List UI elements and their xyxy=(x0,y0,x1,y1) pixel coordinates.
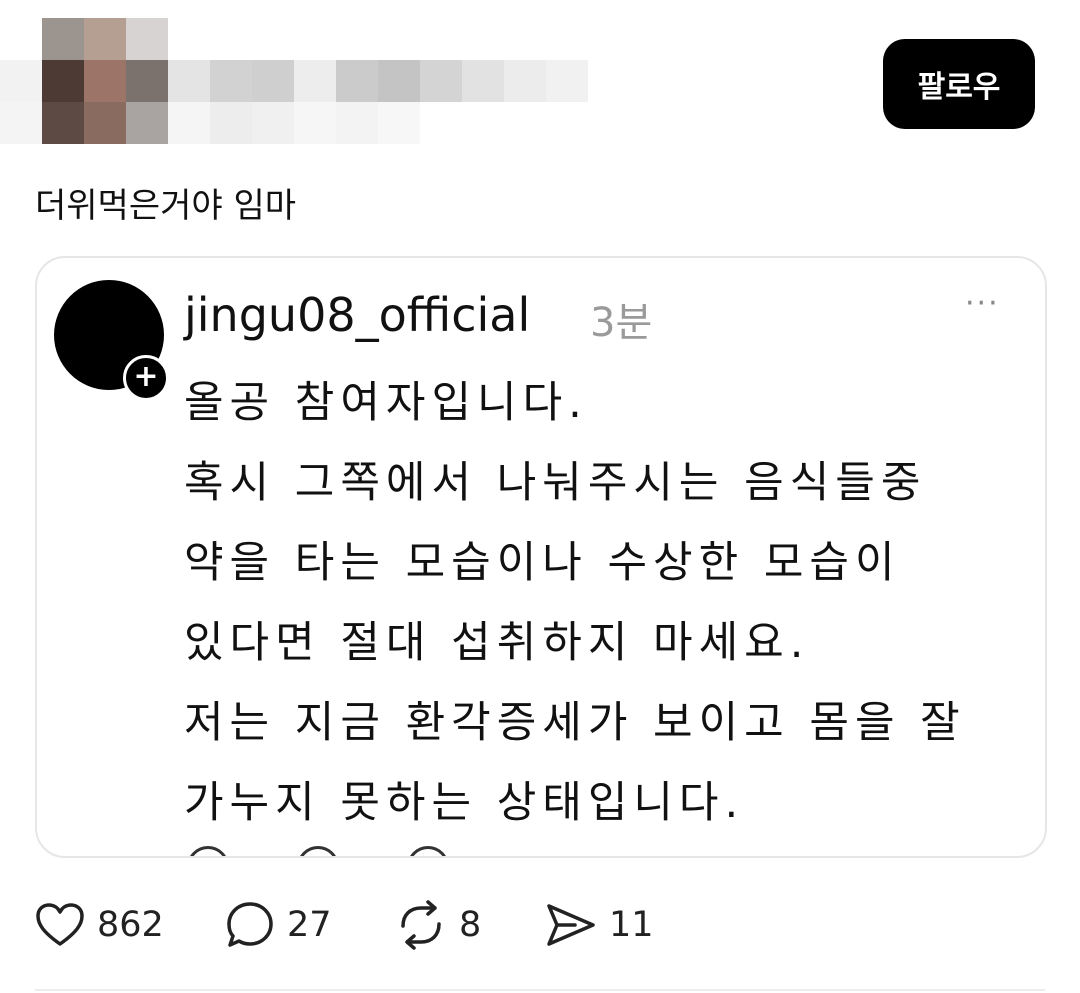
heart-icon xyxy=(36,903,84,946)
follow-button[interactable]: 팔로우 xyxy=(883,39,1035,129)
quoted-text-line: 올공 참여자입니다. xyxy=(184,378,588,428)
reply-count: 27 xyxy=(287,905,332,945)
repost-button[interactable]: 8 xyxy=(395,893,481,957)
share-count: 11 xyxy=(609,905,654,945)
quoted-post-body: 올공 참여자입니다. 혹시 그쪽에서 나눠주시는 음식들중 약을 타는 모습이나… xyxy=(184,363,1024,843)
divider xyxy=(35,989,1045,991)
quoted-text-line: 있다면 절대 섭취하지 마세요. xyxy=(184,618,810,668)
share-button[interactable]: 11 xyxy=(545,893,654,957)
quoted-post-card[interactable]: + jingu08_official 3분 ··· 올공 참여자입니다. 혹시 … xyxy=(35,256,1047,858)
repost-icon xyxy=(401,900,441,950)
repost-count: 8 xyxy=(459,905,482,945)
more-options-icon[interactable]: ··· xyxy=(965,286,1000,321)
send-icon xyxy=(547,904,595,946)
like-button[interactable]: 862 xyxy=(35,893,164,957)
clipped-share-icon xyxy=(507,846,549,856)
quoted-text-line: 저는 지금 환각증세가 보이고 몸을 잘 xyxy=(184,698,966,748)
quoted-text-line: 가누지 못하는 상태입니다. xyxy=(184,778,745,828)
clipped-reply-icon xyxy=(297,846,339,856)
quoted-text-line: 혹시 그쪽에서 나눠주시는 음식들중 xyxy=(184,458,927,508)
quoted-timestamp: 3분 xyxy=(590,300,653,346)
reply-button[interactable]: 27 xyxy=(225,893,332,957)
quoted-actions-clipped xyxy=(187,846,527,856)
like-count: 862 xyxy=(97,905,164,945)
clipped-repost-icon xyxy=(407,846,449,856)
action-bar: 862 27 8 11 xyxy=(35,893,835,957)
clipped-heart-icon xyxy=(187,846,229,856)
quoted-text-line: 약을 타는 모습이나 수상한 모습이 xyxy=(184,538,901,588)
follow-plus-icon[interactable]: + xyxy=(123,355,169,401)
post-text: 더위먹은거야 임마 xyxy=(35,186,297,226)
quoted-username[interactable]: jingu08_official xyxy=(184,288,530,342)
author-info-blurred xyxy=(0,14,600,154)
comment-icon xyxy=(227,902,273,947)
